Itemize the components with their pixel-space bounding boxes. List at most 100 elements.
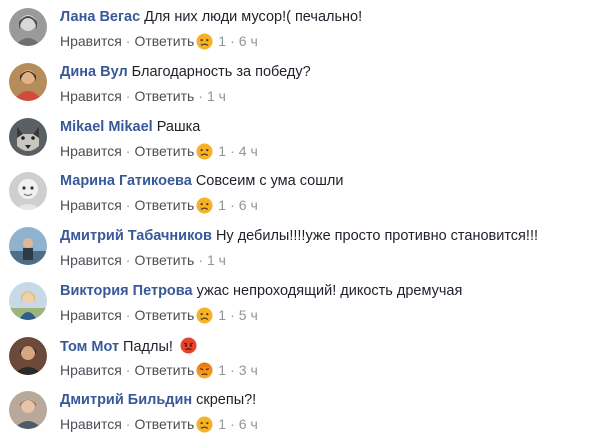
timestamp[interactable]: 4 ч [239, 142, 258, 160]
comment-item: Виктория Петрова ужас непроходящий! дикос… [0, 274, 600, 328]
comment-author[interactable]: Марина Гатикоева [60, 173, 192, 189]
angry-icon [196, 361, 213, 379]
reaction-summary[interactable]: 1 [196, 361, 226, 379]
comment-body: Том Мот Падлы! [60, 337, 197, 356]
comment-author[interactable]: Том Мот [60, 339, 119, 355]
comment-body: Дина Вул Благодарность за победу? [60, 63, 311, 81]
comment-body: Лана Вегас Для них люди мусор!( печально! [60, 8, 362, 26]
comment-author[interactable]: Лана Вегас [60, 9, 140, 25]
separator-dot: · [125, 143, 131, 159]
timestamp[interactable]: 1 ч [207, 251, 226, 269]
comment-body: Mikael Mikael Рашка [60, 118, 200, 136]
avatar[interactable] [9, 227, 47, 265]
reaction-count: 1 [218, 143, 227, 159]
reply-link[interactable]: Ответить [134, 415, 194, 433]
comment-actions: Нравится · Ответить 1 · 3 ч [60, 361, 258, 379]
comment-text: Благодарность за победу? [131, 64, 311, 80]
like-link[interactable]: Нравится [60, 32, 122, 50]
reply-link[interactable]: Ответить [134, 251, 194, 269]
sad-icon [196, 415, 213, 433]
comment-author[interactable]: Виктория Петрова [60, 283, 193, 299]
comment-item: Лана Вегас Для них люди мусор!( печально!… [0, 0, 600, 54]
like-link[interactable]: Нравится [60, 142, 122, 160]
comment-body: Виктория Петрова ужас непроходящий! дикос… [60, 282, 462, 300]
comment-text: Совсеим с ума сошли [195, 173, 344, 189]
avatar[interactable] [9, 8, 47, 46]
reply-link[interactable]: Ответить [134, 361, 194, 379]
timestamp[interactable]: 6 ч [239, 32, 258, 50]
comment-actions: Нравится · Ответить 1 · 5 ч [60, 306, 258, 324]
separator-dot: · [125, 88, 131, 104]
reaction-summary[interactable]: 1 [196, 32, 226, 50]
comment-text: Ну дебилы!!!!уже просто противно станови… [215, 228, 538, 244]
avatar[interactable] [9, 282, 47, 320]
sad-icon [196, 142, 213, 160]
comment-actions: Нравится · Ответить · 1 ч [60, 87, 226, 105]
comment-text: Рашка [156, 119, 201, 135]
comment-item: Mikael Mikael Рашка Нравится · Ответить 1… [0, 110, 600, 164]
comment-text: Падлы! [123, 339, 173, 355]
like-link[interactable]: Нравится [60, 251, 122, 269]
comment-item: Дина Вул Благодарность за победу? Нравитс… [0, 55, 600, 109]
like-link[interactable]: Нравится [60, 87, 122, 105]
comment-text: скрепы?! [196, 392, 257, 408]
reply-link[interactable]: Ответить [134, 196, 194, 214]
comment-author[interactable]: Дмитрий Бильдин [60, 392, 192, 408]
separator-dot: · [125, 307, 131, 323]
like-link[interactable]: Нравится [60, 196, 122, 214]
separator-dot: · [230, 362, 235, 378]
separator-dot: · [125, 362, 131, 378]
comment-item: Дмитрий Табачников Ну дебилы!!!!уже прост… [0, 219, 600, 273]
reaction-summary[interactable]: 1 [196, 415, 226, 433]
comment-text: Для них люди мусор!( печально! [144, 9, 363, 25]
separator-dot: · [230, 416, 235, 432]
separator-dot: · [125, 252, 131, 268]
comment-text: ужас непроходящий! дикость дремучая [196, 283, 463, 299]
angry-emoji-icon [180, 337, 197, 354]
separator-dot: · [125, 416, 131, 432]
avatar[interactable] [9, 63, 47, 101]
comment-author[interactable]: Mikael Mikael [60, 119, 153, 135]
comment-actions: Нравится · Ответить 1 · 6 ч [60, 32, 258, 50]
comment-actions: Нравится · Ответить 1 · 6 ч [60, 196, 258, 214]
reply-link[interactable]: Ответить [134, 306, 194, 324]
separator-dot: · [125, 197, 131, 213]
reply-link[interactable]: Ответить [134, 32, 194, 50]
timestamp[interactable]: 6 ч [239, 196, 258, 214]
comment-item: Том Мот Падлы! Нравится · Ответить 1 · 3 … [0, 329, 600, 383]
reply-link[interactable]: Ответить [134, 142, 194, 160]
sad-icon [196, 196, 213, 214]
reaction-summary[interactable]: 1 [196, 196, 226, 214]
reply-link[interactable]: Ответить [134, 87, 194, 105]
comment-author[interactable]: Дмитрий Табачников [60, 228, 212, 244]
separator-dot: · [198, 88, 203, 104]
timestamp[interactable]: 3 ч [239, 361, 258, 379]
comment-list: Лана Вегас Для них люди мусор!( печально!… [0, 0, 600, 439]
timestamp[interactable]: 5 ч [239, 306, 258, 324]
reaction-summary[interactable]: 1 [196, 306, 226, 324]
comment-body: Марина Гатикоева Совсеим с ума сошли [60, 172, 343, 190]
comment-item: Марина Гатикоева Совсеим с ума сошли Нрав… [0, 164, 600, 218]
reaction-count: 1 [218, 197, 227, 213]
avatar[interactable] [9, 172, 47, 210]
separator-dot: · [230, 33, 235, 49]
avatar[interactable] [9, 118, 47, 156]
sad-icon [196, 306, 213, 324]
reaction-count: 1 [218, 33, 227, 49]
like-link[interactable]: Нравится [60, 306, 122, 324]
reaction-count: 1 [218, 307, 227, 323]
reaction-count: 1 [218, 362, 227, 378]
timestamp[interactable]: 1 ч [207, 87, 226, 105]
comment-actions: Нравится · Ответить 1 · 4 ч [60, 142, 258, 160]
timestamp[interactable]: 6 ч [239, 415, 258, 433]
like-link[interactable]: Нравится [60, 415, 122, 433]
separator-dot: · [230, 143, 235, 159]
separator-dot: · [230, 197, 235, 213]
avatar[interactable] [9, 391, 47, 429]
avatar[interactable] [9, 337, 47, 375]
separator-dot: · [198, 252, 203, 268]
reaction-summary[interactable]: 1 [196, 142, 226, 160]
comment-author[interactable]: Дина Вул [60, 64, 128, 80]
sad-icon [196, 32, 213, 50]
like-link[interactable]: Нравится [60, 361, 122, 379]
